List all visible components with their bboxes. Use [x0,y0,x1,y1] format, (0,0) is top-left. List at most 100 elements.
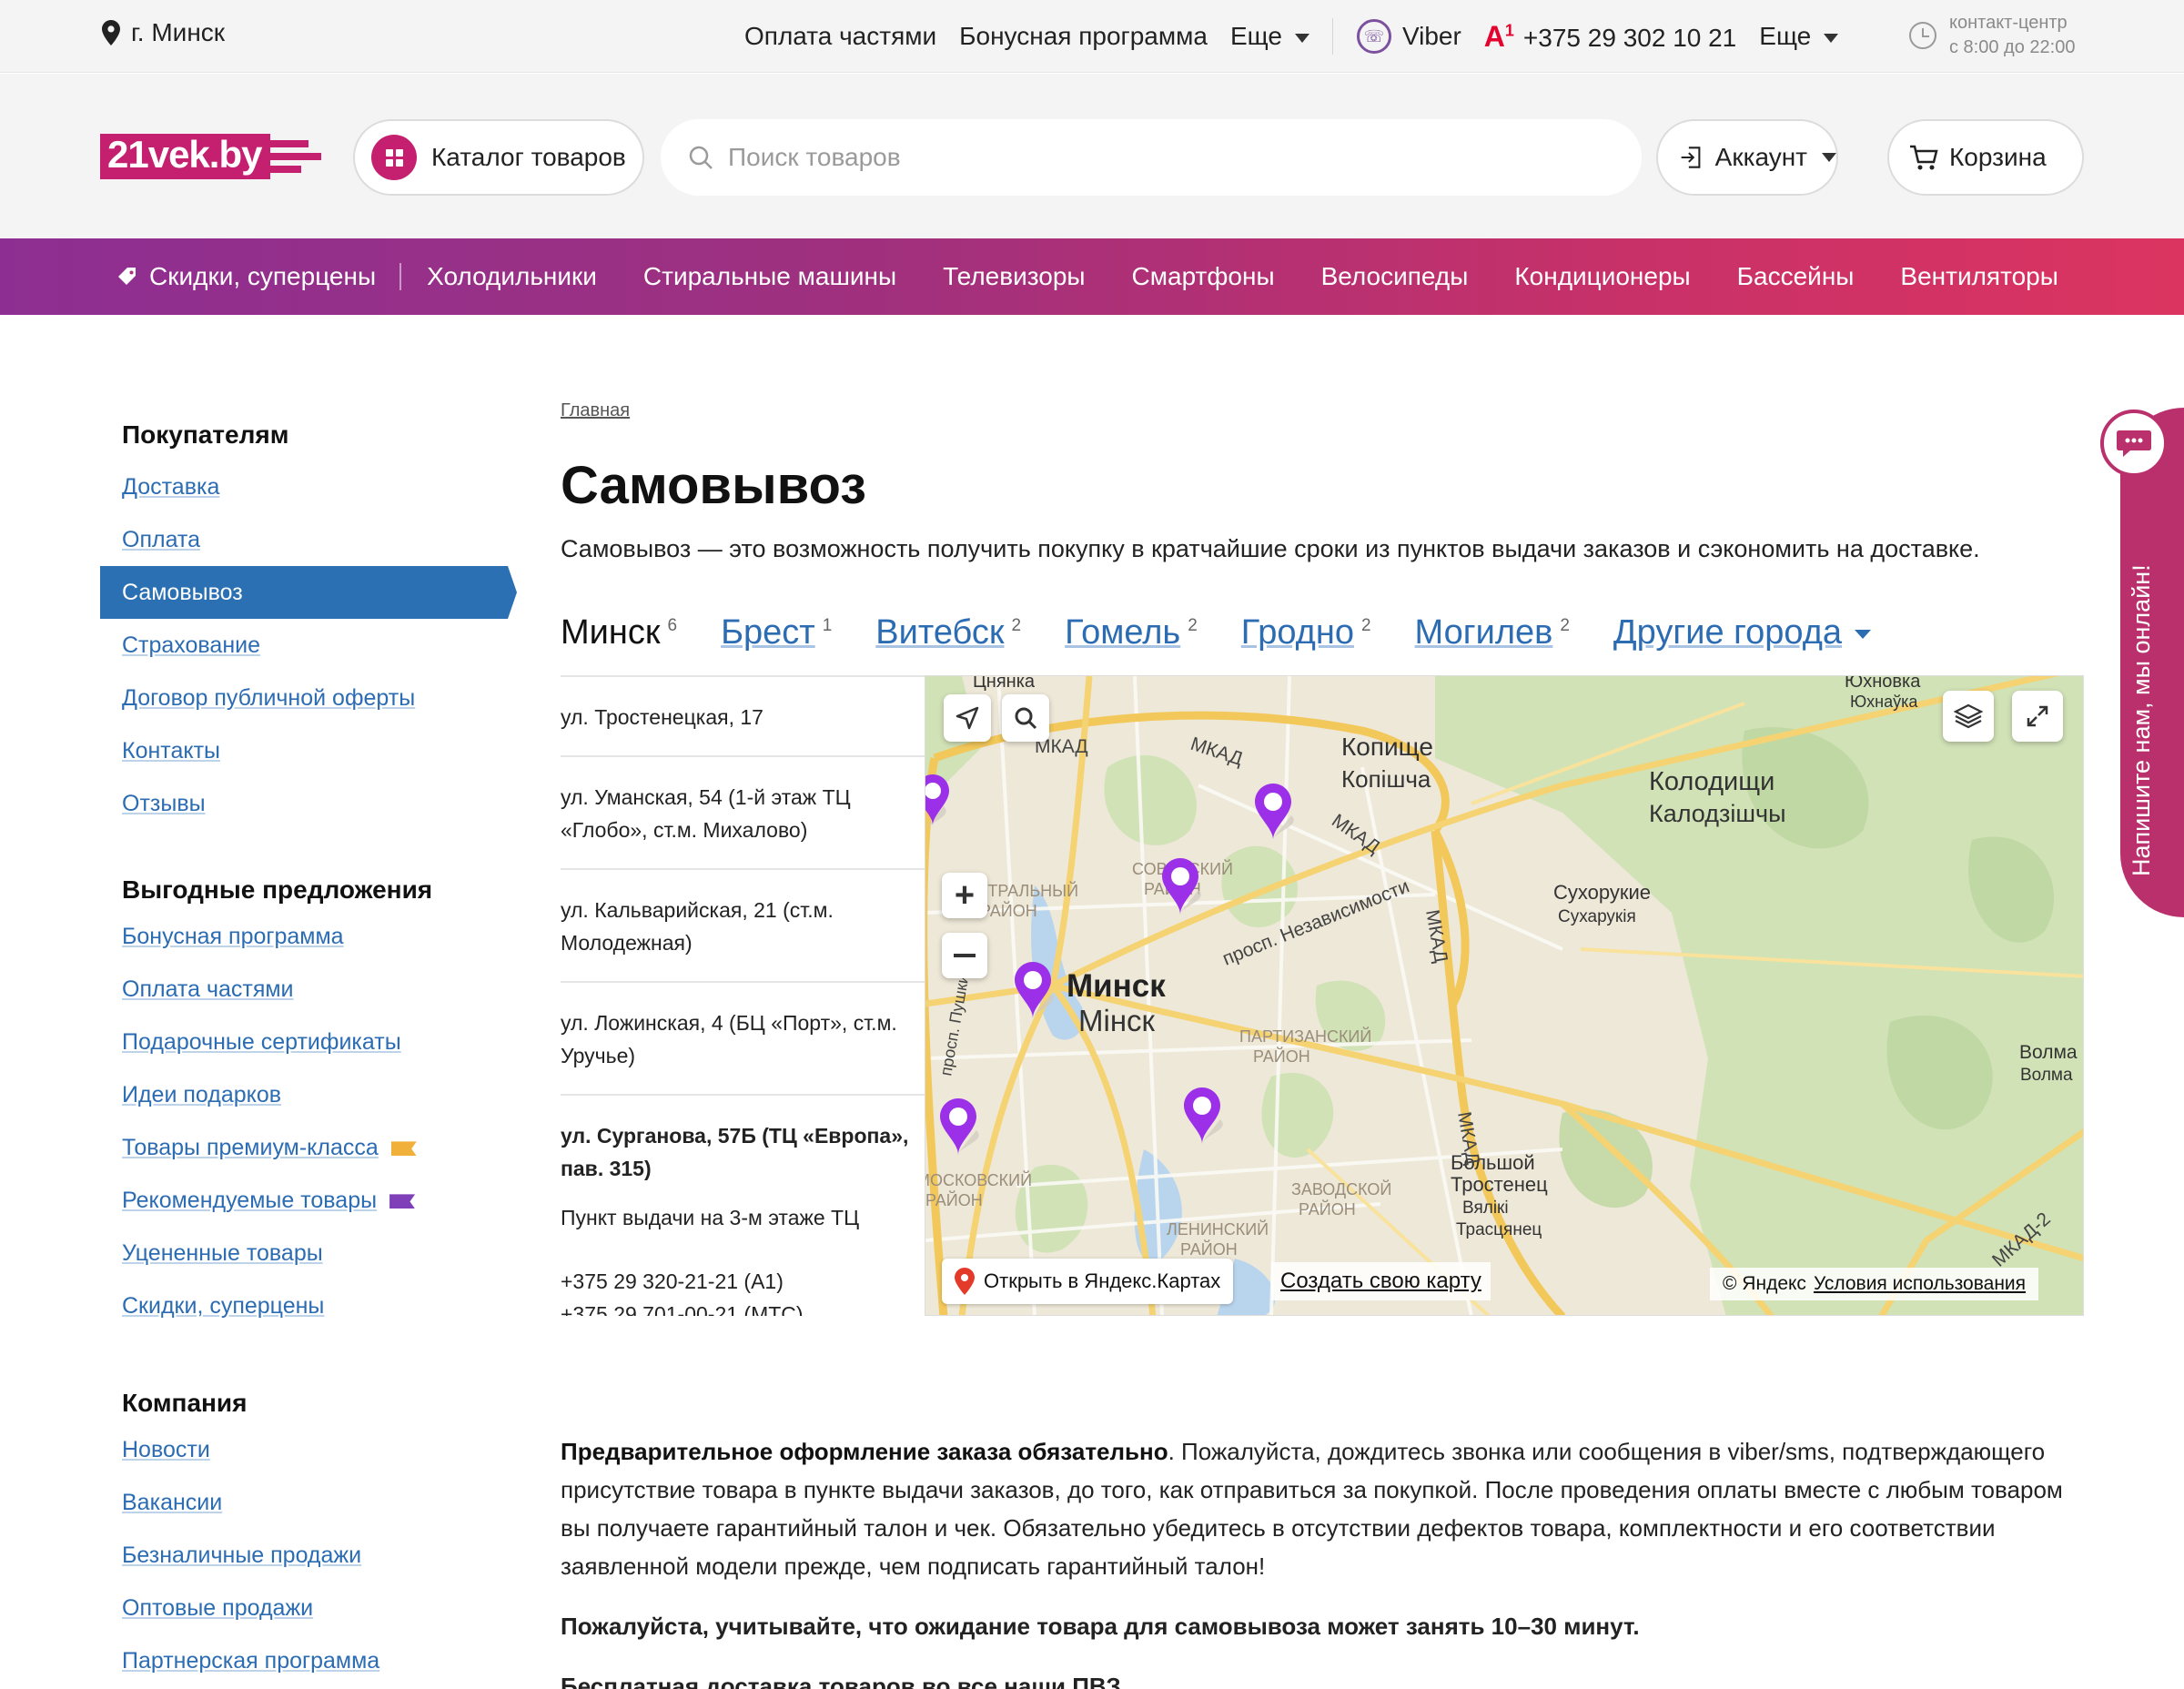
catalog-label: Каталог товаров [431,143,626,171]
map-search-button[interactable] [1002,694,1049,742]
sidebar-item-gift-ideas[interactable]: Идеи подарков [122,1068,510,1121]
divider [399,263,402,290]
sidebar-item-pickup[interactable]: Самовывоз [100,566,517,619]
category-tvs[interactable]: Телевизоры [943,262,1085,291]
link-bonus-program[interactable]: Бонусная программа [959,22,1208,51]
phone-link[interactable]: A1 +375 29 302 10 21 [1484,20,1736,54]
location-pin-icon [102,20,120,46]
tab-vitebsk[interactable]: Витебск 2 [875,613,1021,652]
map-label: Тростенец [1451,1173,1548,1196]
sidebar-item-contacts[interactable]: Контакты [122,724,510,777]
map-label: Калодзішчы [1649,800,1786,827]
sidebar-item-wholesale[interactable]: Оптовые продажи [122,1582,510,1634]
page-title: Самовывоз [561,456,866,515]
sidebar-item-reviews[interactable]: Отзывы [122,777,510,830]
map-label-city: Мінск [1078,1004,1156,1037]
geolocation-button[interactable] [944,694,991,742]
chat-bubble-icon[interactable] [2100,410,2168,477]
more-contacts-dropdown[interactable]: Еще [1759,22,1839,51]
sidebar-item-recommended[interactable]: Рекомендуемые товары [122,1174,510,1227]
logo-text: 21vek.by [100,134,271,179]
category-washing-machines[interactable]: Стиральные машины [643,262,896,291]
account-button[interactable]: Аккаунт [1656,119,1838,196]
link-installments[interactable]: Оплата частями [744,22,936,51]
tab-other-cities[interactable]: Другие города [1613,613,1872,652]
category-refrigerators[interactable]: Холодильники [427,262,597,291]
sidebar-item-payment[interactable]: Оплата [122,513,510,566]
chat-widget[interactable]: Напишите нам, мы онлайн! [2100,371,2184,926]
city-selector[interactable]: г. Минск [102,18,225,47]
chat-label: Напишите нам, мы онлайн! [2128,564,2155,876]
map-canvas[interactable]: Цнянка Юхновка Юхнаўка Копище Копішча Ко… [925,676,2084,1316]
pickup-point-note: Пункт выдачи на 3-м этаже ТЦ [561,1206,860,1229]
sidebar-item-premium[interactable]: Товары премиум-класса [122,1121,510,1174]
pickup-map[interactable]: Цнянка Юхновка Юхнаўка Копище Копішча Ко… [925,675,2084,1316]
divider [1331,18,1333,55]
category-discounts[interactable]: Скидки, суперцены [116,262,376,291]
map-label: Сухорукие [1553,881,1651,904]
category-bicycles[interactable]: Велосипеды [1321,262,1469,291]
tab-brest[interactable]: Брест 1 [721,613,832,652]
sidebar-item-partners[interactable]: Партнерская программа [122,1634,510,1687]
pickup-point-item[interactable]: ул. Ложинская, 4 (БЦ «Порт», ст.м. Уручь… [561,983,925,1096]
phone-number: +375 29 302 10 21 [1522,23,1737,52]
open-yandex-maps-button[interactable]: Открыть в Яндекс.Картах [942,1259,1234,1304]
sidebar-item-installments[interactable]: Оплата частями [122,963,510,1016]
catalog-button[interactable]: Каталог товаров [353,119,644,196]
sidebar-item-recommended-label: Рекомендуемые товары [122,1188,378,1213]
category-smartphones[interactable]: Смартфоны [1132,262,1275,291]
sidebar-item-discounted[interactable]: Уцененные товары [122,1227,510,1279]
premium-flag-icon [390,1141,417,1157]
pickup-point-item[interactable]: ул. Кальварийская, 21 (ст.м. Молодежная) [561,870,925,983]
terms-link[interactable]: Условия использования [1814,1273,2026,1295]
category-air-conditioners[interactable]: Кондиционеры [1514,262,1690,291]
more-dropdown[interactable]: Еще [1230,22,1309,51]
zoom-out-button[interactable] [942,933,987,978]
search-bar[interactable] [661,119,1642,196]
layers-button[interactable] [1943,691,1994,742]
map-label-district: РАЙОН [1253,1047,1310,1066]
tab-count: 2 [1360,616,1371,635]
cart-button[interactable]: Корзина [1887,119,2084,196]
breadcrumb[interactable]: Главная [561,400,630,421]
search-input[interactable] [728,143,1547,172]
contact-center-hours: с 8:00 до 22:00 [1949,37,2076,57]
sidebar-item-vacancies[interactable]: Вакансии [122,1476,510,1529]
tab-minsk[interactable]: Минск 6 [561,613,677,652]
tab-count: 1 [822,616,833,635]
sidebar-item-superprices[interactable]: Скидки, суперцены [122,1279,510,1332]
sidebar-item-public-offer[interactable]: Договор публичной оферты [122,672,510,724]
map-label-district: РАЙОН [1180,1239,1238,1259]
pickup-point-item-selected[interactable]: ул. Сурганова, 57Б (ТЦ «Европа», пав. 31… [561,1096,925,1190]
sidebar-item-bonus[interactable]: Бонусная программа [122,910,510,963]
page-lead: Самовывоз — это возможность получить пок… [561,535,1980,562]
map-label: Юхновка [1845,676,1921,692]
category-discounts-label: Скидки, суперцены [149,262,377,290]
category-fans[interactable]: Вентиляторы [1900,262,2058,291]
tab-count: 6 [667,616,678,635]
viber-icon: ☏ [1356,19,1391,54]
create-map-link[interactable]: Создать свою карту [1271,1262,1491,1300]
top-bar: г. Минск Оплата частями Бонусная програм… [0,0,2184,73]
tab-mogilev[interactable]: Могилев 2 [1415,613,1570,652]
cart-icon [1910,145,1938,170]
sidebar-item-news[interactable]: Новости [122,1423,510,1476]
sidebar-item-premium-label: Товары премиум-класса [122,1135,379,1160]
site-header: 21vek.by Каталог товаров Аккаунт Корзина [0,74,2184,238]
category-pools[interactable]: Бассейны [1737,262,1855,291]
sidebar-item-delivery[interactable]: Доставка [122,460,510,513]
zoom-in-button[interactable]: + [942,873,987,918]
pickup-point-item[interactable]: ул. Тростенецкая, 17 [561,677,925,757]
fullscreen-button[interactable] [2012,691,2063,742]
sidebar-item-cashless[interactable]: Безналичные продажи [122,1529,510,1582]
site-logo[interactable]: 21vek.by [100,134,322,179]
tab-grodno[interactable]: Гродно 2 [1241,613,1371,652]
sidebar-item-gift-cards[interactable]: Подарочные сертификаты [122,1016,510,1068]
tab-gomel[interactable]: Гомель 2 [1065,613,1198,652]
recommended-flag-icon [389,1194,416,1209]
more-label: Еще [1229,22,1282,50]
sidebar-item-insurance[interactable]: Страхование [122,619,510,672]
pickup-point-item[interactable]: ул. Уманская, 54 (1-й этаж ТЦ «Глобо», с… [561,757,925,870]
viber-link[interactable]: ☏ Viber [1356,19,1461,54]
contact-center-label: контакт-центр [1949,13,2068,33]
